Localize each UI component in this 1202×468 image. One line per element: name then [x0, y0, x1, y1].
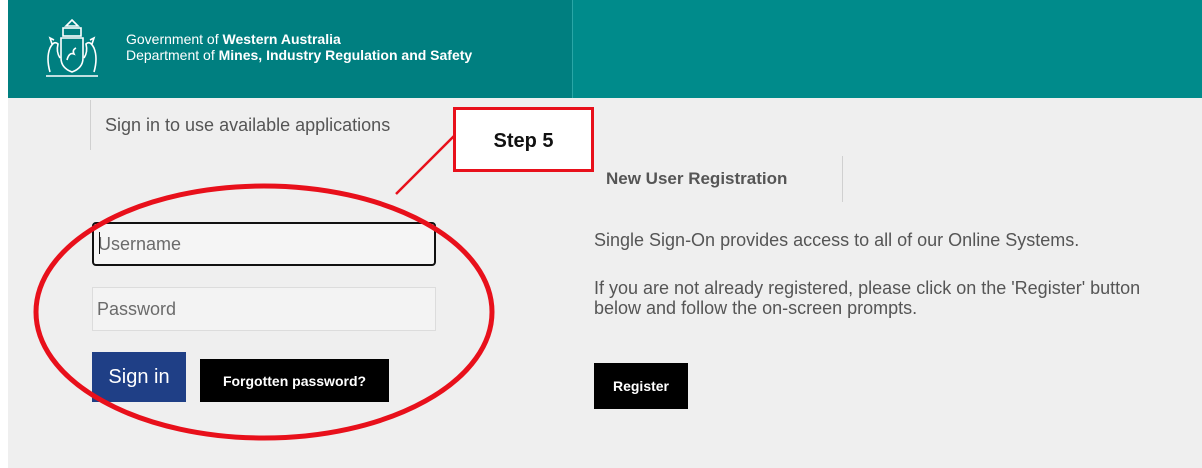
department-title: Department of Mines, Industry Regulation… — [126, 47, 473, 63]
password-input[interactable] — [92, 287, 436, 331]
step-callout: Step 5 — [453, 107, 594, 172]
tab-sign-in-label: Sign in to use available applications — [105, 115, 391, 135]
register-button[interactable]: Register — [594, 363, 688, 409]
text-caret — [99, 232, 100, 254]
wa-coat-of-arms-icon — [46, 18, 98, 77]
registration-info-line1: Single Sign-On provides access to all of… — [594, 230, 1080, 250]
forgotten-password-button[interactable]: Forgotten password? — [200, 359, 389, 402]
tab-registration-label: New User Registration — [606, 169, 788, 188]
tab-new-user-registration[interactable]: New User Registration — [592, 156, 843, 202]
sign-in-button[interactable]: Sign in — [92, 352, 186, 402]
government-title: Government of Western Australia — [126, 31, 341, 47]
header-brand-panel: Government of Western Australia Departme… — [8, 0, 573, 98]
registration-info-line2: If you are not already registered, pleas… — [594, 278, 1141, 318]
tab-sign-in[interactable]: Sign in to use available applications — [90, 100, 437, 150]
username-input[interactable] — [92, 222, 436, 266]
step-label: Step 5 — [493, 130, 554, 152]
